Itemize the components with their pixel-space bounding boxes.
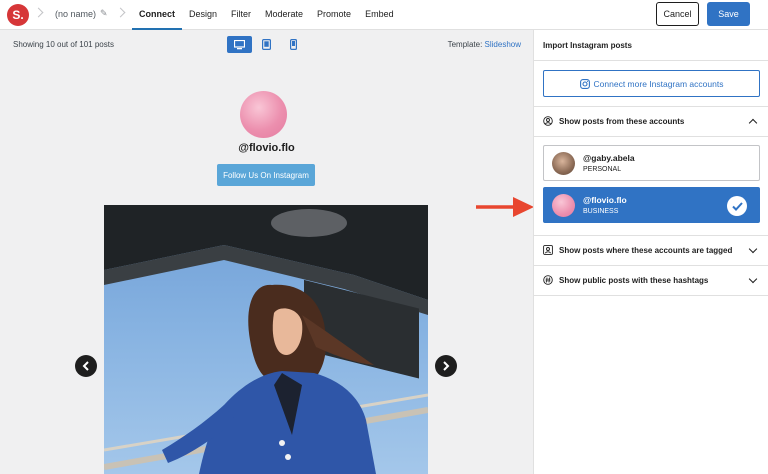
sidebar: Import Instagram posts Connect more Inst… [533,30,768,474]
account-option-gaby-abela[interactable]: @gaby.abela PERSONAL [543,145,760,181]
hashtag-icon [543,275,553,285]
template-indicator: Template: Slideshow [448,40,521,49]
tab-connect[interactable]: Connect [132,0,182,30]
connect-accounts-label: Connect more Instagram accounts [593,78,724,89]
tab-embed[interactable]: Embed [358,0,401,30]
photo-art [104,205,428,474]
chevron-down-icon [748,274,758,284]
section-accounts-label: Show posts from these accounts [559,116,685,126]
instagram-icon [579,78,590,89]
post-count-text: Showing 10 out of 101 posts [13,40,114,49]
avatar [552,194,575,217]
template-label: Template: [447,40,483,49]
connect-accounts-button[interactable]: Connect more Instagram accounts [543,70,760,97]
profile-handle: @flovio.flo [238,142,295,154]
chevron-up-icon [748,118,758,128]
section-hashtags-header[interactable]: Show public posts with these hashtags [534,265,768,295]
tab-filter[interactable]: Filter [224,0,258,30]
pointer-arrow-icon [476,197,534,217]
account-option-flovio-flo[interactable]: @flovio.flo BUSINESS [543,187,760,223]
top-bar: S. (no name) ✎ Connect Design Filter Mod… [0,0,768,30]
chevron-right-icon [443,361,450,371]
profile-avatar [240,91,287,138]
slideshow-image [104,205,428,474]
cancel-button[interactable]: Cancel [656,2,699,26]
section-accounts-header[interactable]: Show posts from these accounts [534,106,768,136]
phone-icon [290,39,297,50]
account-type: BUSINESS [583,208,619,215]
follow-button[interactable]: Follow Us On Instagram [217,164,315,186]
tab-design[interactable]: Design [182,0,224,30]
desktop-icon [234,39,245,49]
section-hashtags-label: Show public posts with these hashtags [559,275,709,285]
tagged-user-icon [543,245,553,255]
divider [534,295,768,296]
chevron-right-icon [115,7,126,18]
sidebar-title: Import Instagram posts [543,41,632,50]
pencil-icon[interactable]: ✎ [100,8,108,19]
checkmark-icon [727,196,747,216]
tab-promote[interactable]: Promote [310,0,358,30]
account-name: @flovio.flo [583,195,627,205]
template-link[interactable]: Slideshow [485,40,521,49]
chevron-left-icon [82,361,89,371]
section-tagged-label: Show posts where these accounts are tagg… [559,245,733,255]
tablet-icon [262,39,271,50]
feed-name[interactable]: (no name) [55,9,96,19]
avatar [552,152,575,175]
previous-slide-button[interactable] [75,355,97,377]
tab-moderate[interactable]: Moderate [258,0,310,30]
account-name: @gaby.abela [583,153,635,163]
editor-tabs: Connect Design Filter Moderate Promote E… [132,0,401,30]
chevron-down-icon [748,244,758,254]
next-slide-button[interactable] [435,355,457,377]
chevron-right-icon [33,7,44,18]
tablet-view-button[interactable] [254,36,279,53]
feed-preview: Showing 10 out of 101 posts Template: Sl… [0,30,533,474]
device-switcher [227,36,306,53]
section-tagged-header[interactable]: Show posts where these accounts are tagg… [534,235,768,265]
divider [534,60,768,61]
save-button[interactable]: Save [707,2,750,26]
account-type: PERSONAL [583,166,622,173]
user-circle-icon [543,116,553,126]
desktop-view-button[interactable] [227,36,252,53]
phone-view-button[interactable] [281,36,306,53]
app-logo[interactable]: S. [7,4,29,26]
divider [534,136,768,137]
